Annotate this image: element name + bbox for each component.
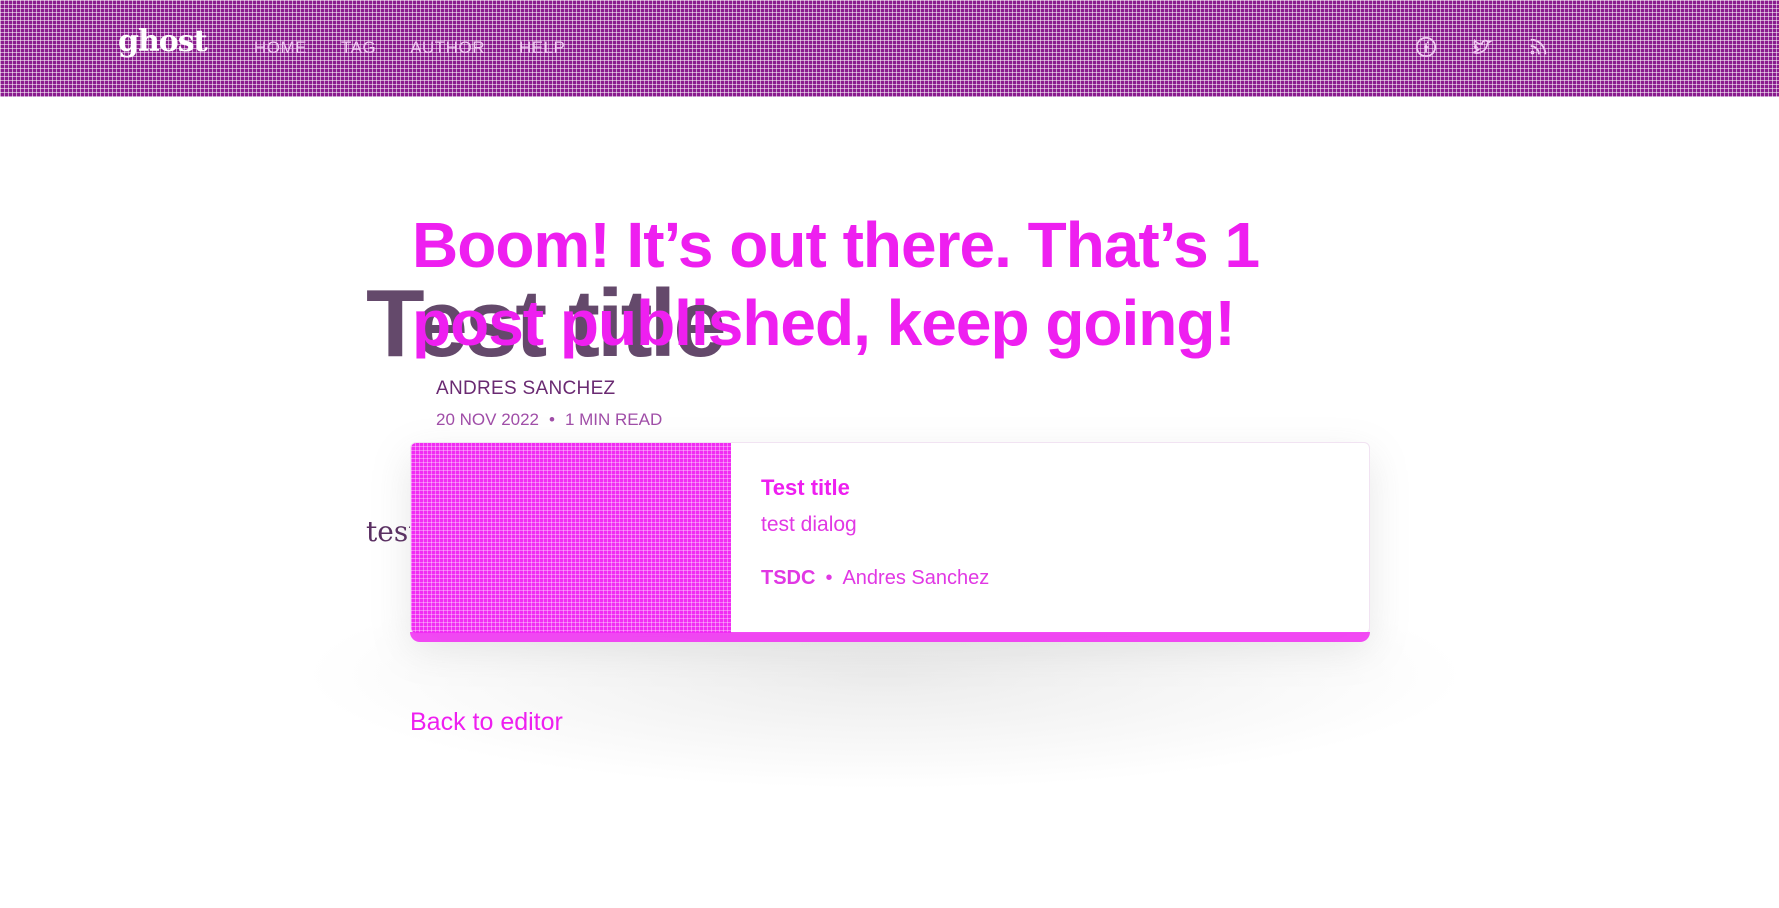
card-publisher: TSDC bbox=[761, 567, 816, 589]
back-to-editor-link[interactable]: Back to editor bbox=[410, 708, 563, 737]
twitter-icon[interactable] bbox=[1471, 36, 1493, 58]
rss-icon[interactable] bbox=[1527, 36, 1549, 58]
publish-success-heading: Boom! It’s out there. That’s 1 post publ… bbox=[412, 209, 1260, 359]
site-header: ghost HOME TAG AUTHOR HELP bbox=[0, 0, 1779, 97]
nav-help[interactable]: HELP bbox=[519, 38, 565, 58]
facebook-icon[interactable] bbox=[1415, 36, 1437, 58]
card-thumbnail bbox=[411, 443, 731, 633]
post-author: ANDRES SANCHEZ bbox=[436, 378, 616, 399]
separator-dot: • bbox=[825, 567, 833, 589]
card-author: Andres Sanchez bbox=[842, 567, 990, 589]
main-nav: HOME TAG AUTHOR HELP bbox=[254, 38, 565, 58]
post-meta: ANDRES SANCHEZ 20 NOV 2022 • 1 MIN READ bbox=[436, 378, 662, 430]
card-body: Test title test dialog TSDC • Andres Sanch… bbox=[761, 475, 1339, 590]
post-bookmark-card[interactable]: Test title test dialog TSDC • Andres Sanch… bbox=[410, 442, 1370, 634]
nav-author[interactable]: AUTHOR bbox=[410, 38, 485, 58]
site-logo[interactable]: ghost bbox=[118, 24, 208, 59]
separator-dot: • bbox=[549, 410, 555, 429]
card-description: test dialog bbox=[761, 513, 857, 536]
card-underline bbox=[410, 632, 1370, 642]
nav-tag[interactable]: TAG bbox=[341, 38, 376, 58]
social-links bbox=[1415, 36, 1549, 58]
post-date-line: 20 NOV 2022 • 1 MIN READ bbox=[436, 410, 662, 430]
post-read-time: 1 MIN READ bbox=[564, 410, 663, 429]
nav-home[interactable]: HOME bbox=[254, 38, 307, 58]
card-title: Test title bbox=[761, 475, 850, 500]
card-meta: TSDC • Andres Sanchez bbox=[761, 567, 1339, 590]
post-date: 20 NOV 2022 bbox=[436, 410, 540, 429]
